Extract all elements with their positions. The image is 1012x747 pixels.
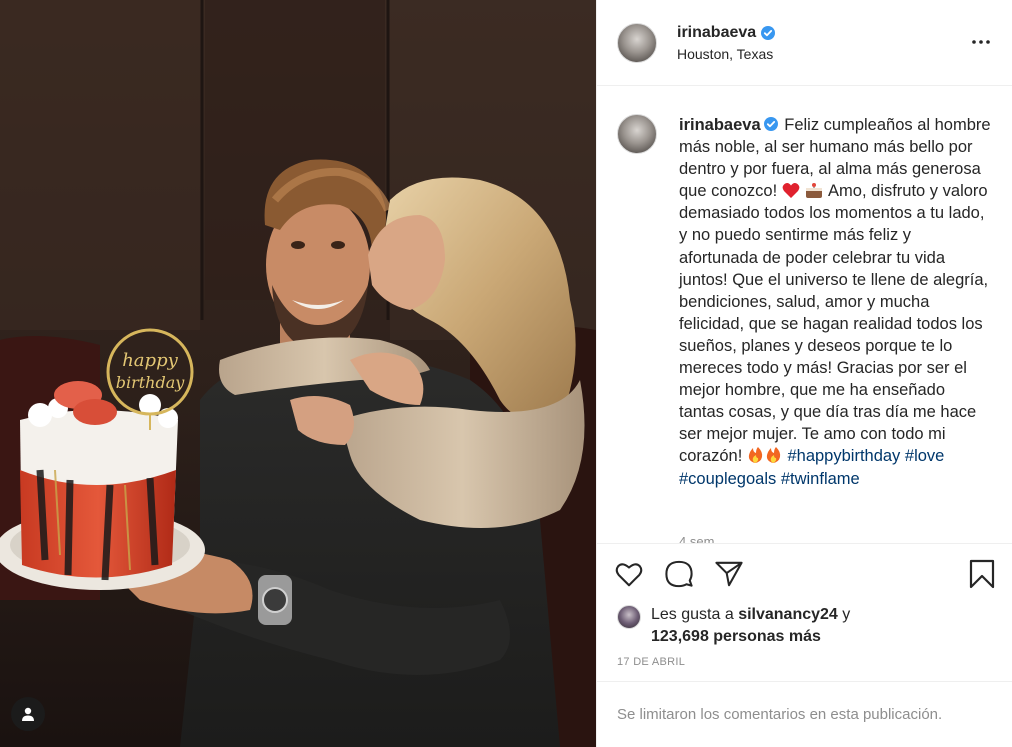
post-date[interactable]: 17 DE ABRIL: [597, 648, 1012, 682]
hashtag-link[interactable]: #twinflame: [781, 470, 860, 488]
fire-emoji-icon: [748, 447, 781, 464]
likes-and: y: [842, 606, 851, 623]
caption: irinabaeva Feliz cumpleaños al hombre má…: [617, 114, 992, 490]
likes-summary: Les gusta a silvanancy24 y 123,698 perso…: [597, 604, 1012, 648]
heart-emoji-icon: [782, 183, 800, 199]
more-options-button[interactable]: [970, 32, 992, 52]
verified-badge-icon: [763, 117, 778, 131]
photo-illustration: happy birthday: [0, 0, 596, 747]
likes-prefix: Les gusta a: [651, 606, 734, 623]
comment-bubble-icon: [665, 560, 693, 588]
bookmark-icon: [969, 559, 995, 589]
author-username[interactable]: irinabaeva: [677, 24, 756, 42]
heart-icon: [615, 562, 643, 586]
post-actions: [597, 544, 1012, 604]
post-photo[interactable]: happy birthday: [0, 0, 596, 747]
hashtag-link[interactable]: #love: [905, 447, 944, 465]
caption-avatar[interactable]: [617, 114, 657, 154]
like-button[interactable]: [615, 560, 643, 588]
caption-text: irinabaeva Feliz cumpleaños al hombre má…: [679, 114, 991, 490]
user-tag-icon: [22, 707, 34, 721]
post-location[interactable]: Houston, Texas: [677, 46, 775, 62]
comment-button[interactable]: [665, 560, 693, 588]
comments-disabled-notice: Se limitaron los comentarios en esta pub…: [597, 681, 1012, 747]
cake-topper-text-1: happy: [122, 350, 178, 371]
liker-username[interactable]: silvanancy24: [738, 606, 838, 623]
caption-body-2: Amo, disfruto y valoro demasiado todos l…: [679, 182, 989, 466]
hashtag-link[interactable]: #couplegoals: [679, 470, 776, 488]
post-header: irinabaeva Houston, Texas: [597, 0, 1012, 86]
cake-emoji-icon: [806, 183, 823, 199]
caption-username[interactable]: irinabaeva: [679, 116, 761, 134]
comments-area[interactable]: irinabaeva Feliz cumpleaños al hombre má…: [597, 86, 1012, 544]
share-button[interactable]: [715, 560, 743, 588]
save-button[interactable]: [968, 559, 996, 589]
author-avatar[interactable]: [617, 22, 657, 63]
likes-count[interactable]: 123,698 personas más: [651, 628, 821, 645]
verified-badge-icon: [761, 25, 776, 40]
liker-avatar[interactable]: [617, 605, 641, 629]
more-options-icon: [972, 40, 990, 44]
hashtag-link[interactable]: #happybirthday: [787, 447, 900, 465]
user-tag-button[interactable]: [11, 697, 45, 731]
paper-plane-icon: [715, 561, 743, 587]
cake-topper-text-2: birthday: [116, 373, 186, 392]
post-sidebar: irinabaeva Houston, Texas irinabaeva Fel…: [596, 0, 1012, 747]
post-time-ago[interactable]: 4 sem: [679, 534, 714, 543]
